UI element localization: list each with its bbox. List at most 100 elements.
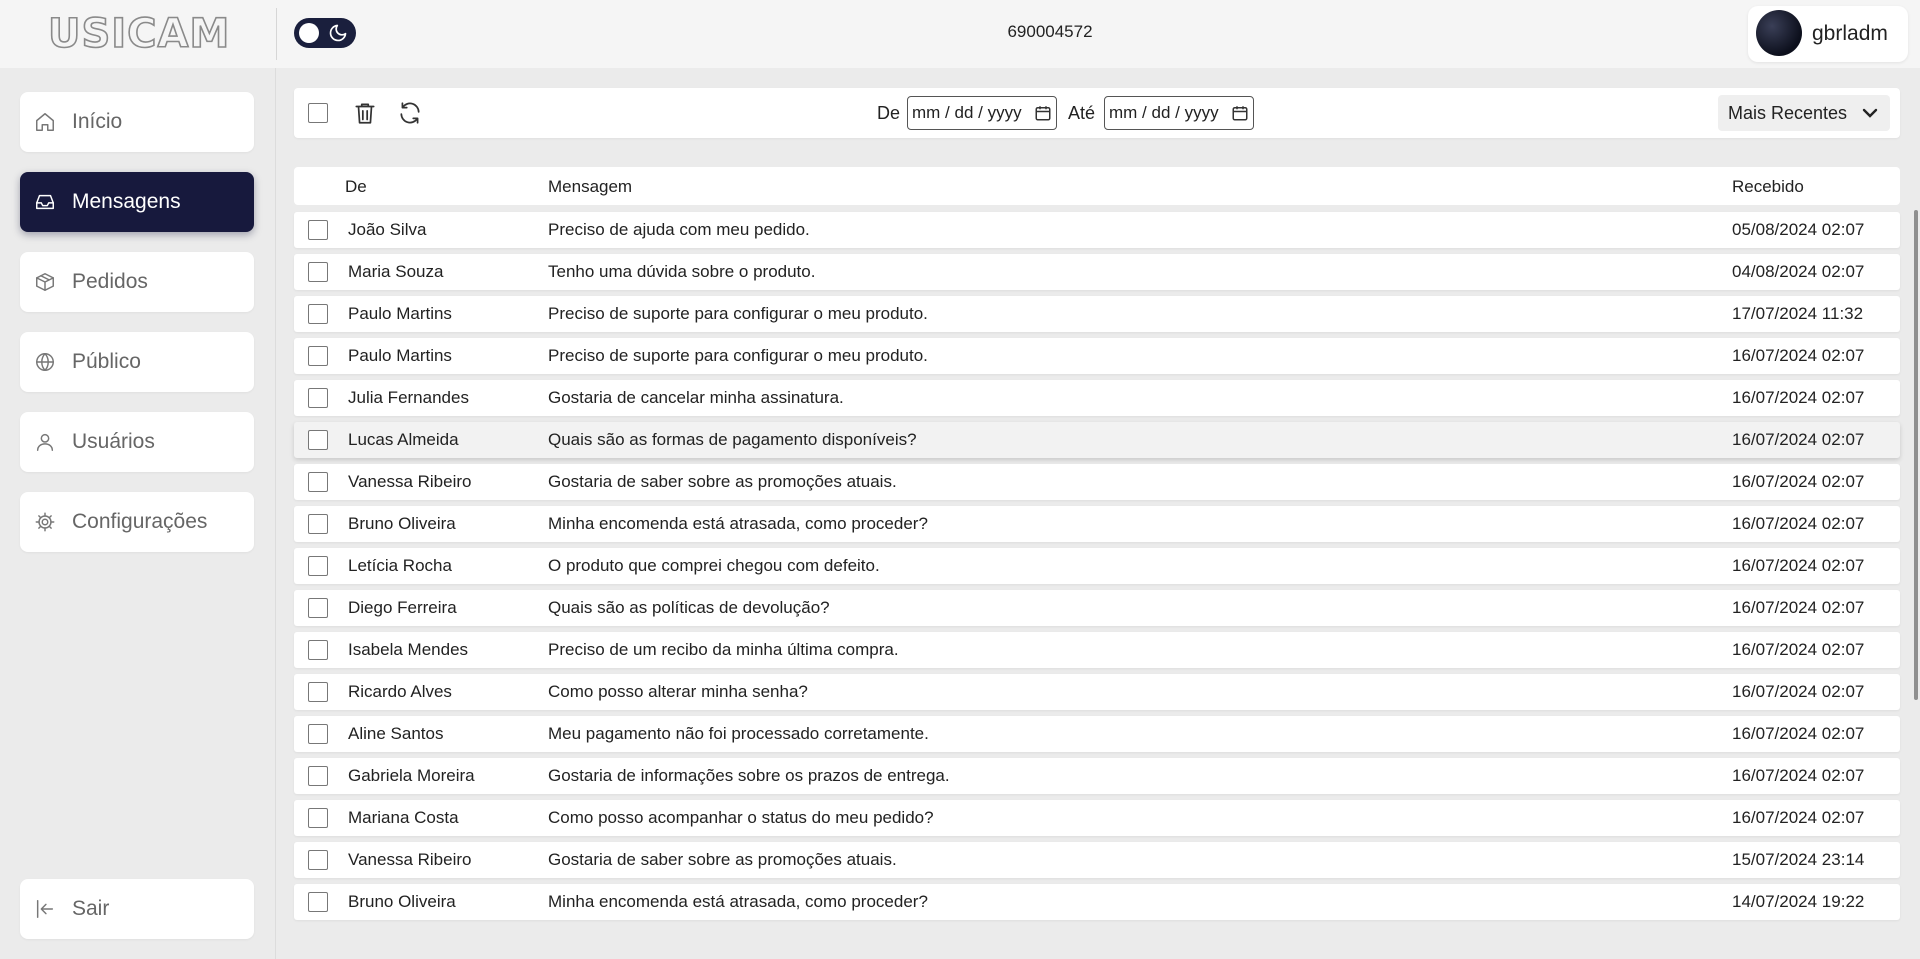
calendar-icon[interactable]	[1034, 104, 1052, 122]
inbox-icon	[34, 191, 56, 213]
row-from: Bruno Oliveira	[348, 892, 456, 911]
row-message: Tenho uma dúvida sobre o produto.	[548, 262, 816, 281]
table-row[interactable]: Isabela Mendes Preciso de um recibo da m…	[294, 632, 1900, 668]
logo-divider	[276, 8, 277, 60]
sidebar-item-mensagens[interactable]: Mensagens	[20, 172, 254, 232]
column-header-from[interactable]: De	[345, 177, 367, 197]
table-row[interactable]: Maria Souza Tenho uma dúvida sobre o pro…	[294, 254, 1900, 290]
row-message: Como posso acompanhar o status do meu pe…	[548, 808, 934, 827]
table-row[interactable]: Vanessa Ribeiro Gostaria de saber sobre …	[294, 842, 1900, 878]
row-received: 16/07/2024 02:07	[1732, 514, 1865, 533]
sidebar-item-pedidos[interactable]: Pedidos	[20, 252, 254, 312]
row-received: 05/08/2024 02:07	[1732, 220, 1865, 239]
row-message: Gostaria de cancelar minha assinatura.	[548, 388, 844, 407]
row-checkbox[interactable]	[308, 724, 328, 744]
row-message: Gostaria de saber sobre as promoções atu…	[548, 850, 897, 869]
user-menu[interactable]: gbrladm	[1748, 6, 1908, 62]
row-message: Preciso de um recibo da minha última com…	[548, 640, 899, 659]
row-received: 16/07/2024 02:07	[1732, 472, 1865, 491]
date-to-placeholder: mm / dd / yyyy	[1109, 103, 1219, 122]
column-header-message[interactable]: Mensagem	[548, 177, 632, 197]
row-checkbox[interactable]	[308, 556, 328, 576]
row-checkbox[interactable]	[308, 892, 328, 912]
row-checkbox[interactable]	[308, 682, 328, 702]
row-received: 16/07/2024 02:07	[1732, 766, 1865, 785]
sidebar-item-label: Pedidos	[72, 270, 148, 293]
logout-icon	[34, 898, 56, 920]
toggle-knob	[299, 23, 319, 43]
column-header-received[interactable]: Recebido	[1732, 177, 1804, 197]
table-row[interactable]: Paulo Martins Preciso de suporte para co…	[294, 296, 1900, 332]
table-row[interactable]: Letícia Rocha O produto que comprei cheg…	[294, 548, 1900, 584]
date-from-label: De	[877, 103, 901, 123]
row-from: Letícia Rocha	[348, 556, 452, 575]
row-checkbox[interactable]	[308, 262, 328, 282]
row-received: 16/07/2024 02:07	[1732, 640, 1865, 659]
row-checkbox[interactable]	[308, 640, 328, 660]
table-row[interactable]: Diego Ferreira Quais são as políticas de…	[294, 590, 1900, 626]
row-from: Vanessa Ribeiro	[348, 472, 472, 491]
content-divider	[275, 68, 276, 959]
sidebar-item-configuracoes[interactable]: Configurações	[20, 492, 254, 552]
row-checkbox[interactable]	[308, 388, 328, 408]
table-row[interactable]: Bruno Oliveira Minha encomenda está atra…	[294, 884, 1900, 920]
row-message: Preciso de suporte para configurar o meu…	[548, 346, 928, 365]
row-checkbox[interactable]	[308, 346, 328, 366]
table-row[interactable]: Ricardo Alves Como posso alterar minha s…	[294, 674, 1900, 710]
row-from: Paulo Martins	[348, 346, 452, 365]
sidebar-item-publico[interactable]: Público	[20, 332, 254, 392]
row-checkbox[interactable]	[308, 766, 328, 786]
table-row[interactable]: Lucas Almeida Quais são as formas de pag…	[294, 422, 1900, 458]
logout-button[interactable]: Sair	[20, 879, 254, 939]
row-from: Gabriela Moreira	[348, 766, 475, 785]
select-all-checkbox[interactable]	[308, 103, 328, 123]
row-checkbox[interactable]	[308, 220, 328, 240]
sort-dropdown[interactable]: Mais Recentes	[1718, 95, 1890, 131]
table-row[interactable]: Aline Santos Meu pagamento não foi proce…	[294, 716, 1900, 752]
table-row[interactable]: Julia Fernandes Gostaria de cancelar min…	[294, 380, 1900, 416]
package-icon	[34, 271, 56, 293]
refresh-icon[interactable]	[397, 100, 423, 126]
row-received: 04/08/2024 02:07	[1732, 262, 1865, 281]
row-message: Meu pagamento não foi processado correta…	[548, 724, 929, 743]
globe-icon	[34, 351, 56, 373]
row-checkbox[interactable]	[308, 808, 328, 828]
avatar	[1756, 10, 1802, 56]
sidebar-item-inicio[interactable]: Início	[20, 92, 254, 152]
date-from-input[interactable]: mm / dd / yyyy	[907, 96, 1057, 130]
table-row[interactable]: Vanessa Ribeiro Gostaria de saber sobre …	[294, 464, 1900, 500]
row-from: Paulo Martins	[348, 304, 452, 323]
date-to-input[interactable]: mm / dd / yyyy	[1104, 96, 1254, 130]
sidebar-item-label: Público	[72, 350, 141, 373]
row-message: O produto que comprei chegou com defeito…	[548, 556, 880, 575]
row-received: 16/07/2024 02:07	[1732, 598, 1865, 617]
row-message: Quais são as formas de pagamento disponí…	[548, 430, 917, 449]
table-row[interactable]: Mariana Costa Como posso acompanhar o st…	[294, 800, 1900, 836]
row-checkbox[interactable]	[308, 598, 328, 618]
row-message: Quais são as políticas de devolução?	[548, 598, 830, 617]
row-from: Isabela Mendes	[348, 640, 469, 659]
row-checkbox[interactable]	[308, 472, 328, 492]
calendar-icon[interactable]	[1231, 104, 1249, 122]
sidebar-item-label: Início	[72, 110, 123, 133]
trash-icon[interactable]	[352, 100, 378, 126]
scrollbar-thumb[interactable]	[1914, 210, 1918, 700]
row-checkbox[interactable]	[308, 514, 328, 534]
table-row[interactable]: Gabriela Moreira Gostaria de informações…	[294, 758, 1900, 794]
table-row[interactable]: Bruno Oliveira Minha encomenda está atra…	[294, 506, 1900, 542]
table-row[interactable]: João Silva Preciso de ajuda com meu pedi…	[294, 212, 1900, 248]
row-message: Minha encomenda está atrasada, como proc…	[548, 892, 928, 911]
row-from: Diego Ferreira	[348, 598, 457, 617]
row-checkbox[interactable]	[308, 850, 328, 870]
brand-logo[interactable]: USICAM	[47, 13, 230, 55]
row-checkbox[interactable]	[308, 304, 328, 324]
theme-toggle[interactable]	[294, 18, 356, 48]
row-received: 14/07/2024 19:22	[1732, 892, 1865, 911]
home-icon	[34, 111, 56, 133]
sidebar-item-usuarios[interactable]: Usuários	[20, 412, 254, 472]
table-row[interactable]: Paulo Martins Preciso de suporte para co…	[294, 338, 1900, 374]
row-checkbox[interactable]	[308, 430, 328, 450]
message-toolbar: De mm / dd / yyyy Até mm / dd / yyyy Mai…	[294, 88, 1900, 138]
row-from: Vanessa Ribeiro	[348, 850, 472, 869]
row-message: Preciso de suporte para configurar o meu…	[548, 304, 928, 323]
